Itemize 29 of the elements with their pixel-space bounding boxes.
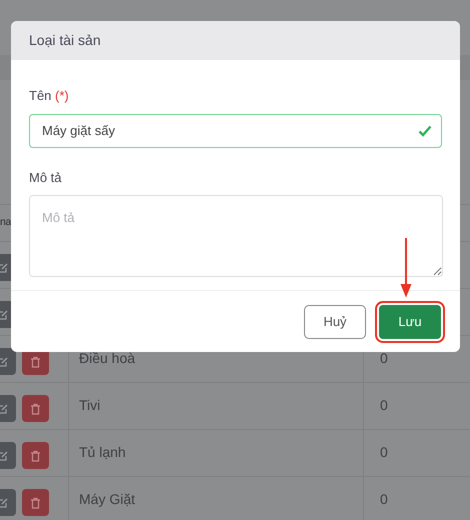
save-button[interactable]: Lưu — [379, 304, 441, 338]
trash-icon — [30, 450, 41, 462]
table-cell: 0 — [380, 444, 388, 460]
arrow — [400, 238, 412, 298]
table-cell: Tủ lạnh — [79, 444, 126, 460]
trash-icon — [30, 356, 41, 368]
table-cell: Điều hoà — [79, 350, 136, 366]
edit-icon — [0, 496, 9, 508]
edit-icon — [0, 262, 9, 274]
edit-icon — [0, 450, 9, 462]
edit-icon — [0, 402, 9, 414]
trash-icon — [30, 402, 41, 414]
field-label: Tên — [29, 88, 52, 103]
trash-icon — [30, 496, 41, 508]
required-mark: (*) — [55, 88, 69, 103]
edit-icon — [0, 308, 9, 320]
field-label: Mô tả — [29, 170, 62, 184]
table-cell: 0 — [380, 350, 388, 366]
modal-title: Loại tài sản — [29, 31, 101, 50]
cancel-button[interactable]: Huỷ — [304, 304, 366, 338]
textarea-field[interactable]: Mô tả — [29, 195, 443, 277]
column-header: na — [0, 215, 11, 230]
table-cell: 0 — [380, 491, 388, 507]
table-cell: Máy Giặt — [79, 491, 136, 507]
input-field[interactable]: Máy giặt sấy — [29, 114, 442, 148]
table-cell: Tivi — [79, 397, 100, 413]
table-cell: 0 — [380, 397, 388, 413]
edit-icon — [0, 356, 9, 368]
check-icon — [418, 124, 432, 136]
